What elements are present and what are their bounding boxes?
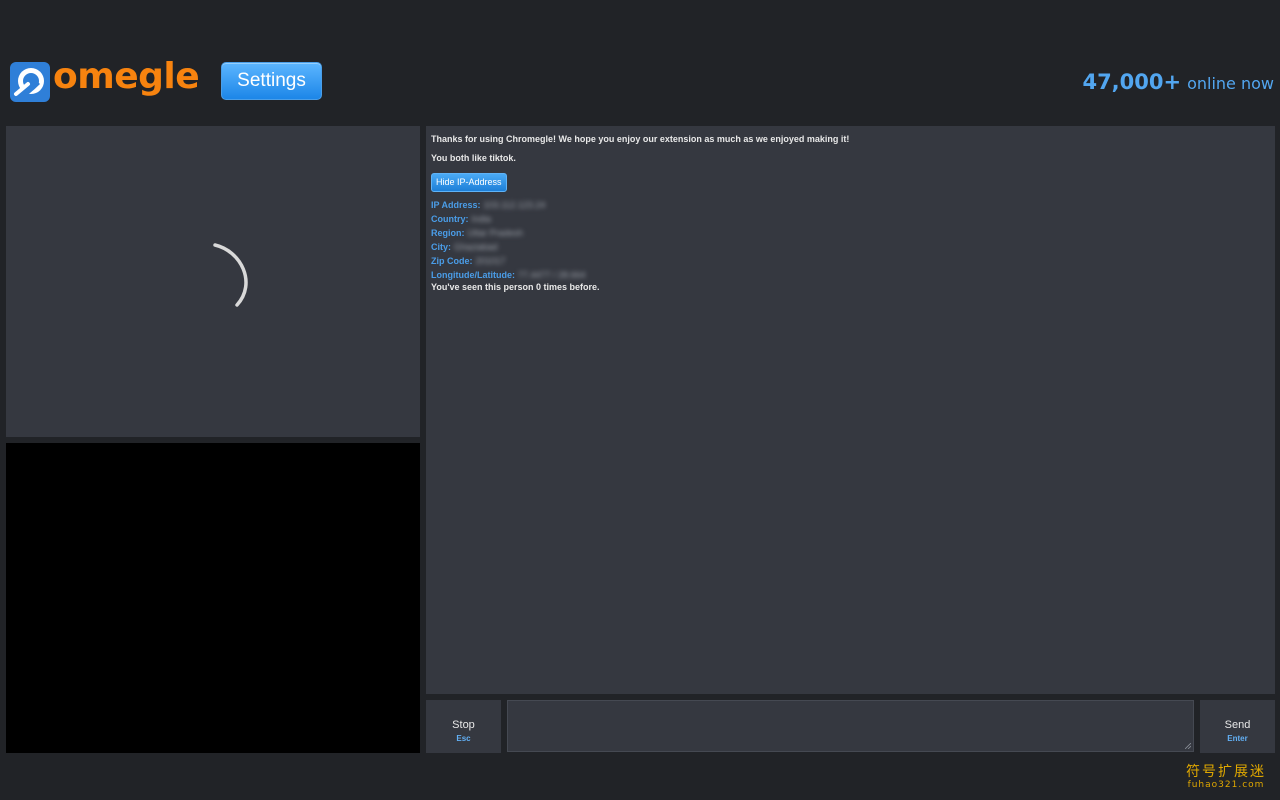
omegle-logo[interactable]: omegle bbox=[10, 56, 200, 102]
resize-grip-icon[interactable] bbox=[1185, 743, 1191, 749]
watermark: 符号扩展迷 fuhao321.com bbox=[1186, 761, 1266, 790]
info-row-city: City: Ghaziabad bbox=[431, 242, 498, 252]
info-row-ip: IP Address: 103.112.123.24 bbox=[431, 200, 546, 210]
send-button[interactable]: Send Enter bbox=[1200, 700, 1275, 753]
logo-text: omegle bbox=[53, 56, 200, 97]
hide-ip-button[interactable]: Hide IP-Address bbox=[431, 173, 507, 192]
info-row-region: Region: Uttar Pradesh bbox=[431, 228, 524, 238]
loading-spinner-icon bbox=[213, 243, 248, 307]
online-counter: 47,000+ online now bbox=[1082, 70, 1274, 94]
stranger-video bbox=[6, 126, 420, 437]
send-label: Send bbox=[1224, 719, 1251, 731]
stop-button[interactable]: Stop Esc bbox=[426, 700, 501, 753]
stop-shortcut: Esc bbox=[456, 734, 471, 743]
info-row-zip: Zip Code: 201017 bbox=[431, 256, 506, 266]
message-thanks: Thanks for using Chromegle! We hope you … bbox=[431, 134, 850, 144]
chat-input[interactable] bbox=[507, 700, 1194, 752]
watermark-cn: 符号扩展迷 bbox=[1186, 764, 1266, 780]
online-label: online now bbox=[1187, 74, 1274, 93]
info-row-country: Country: India bbox=[431, 214, 492, 224]
info-row-coordinates: Longitude/Latitude: 77.4477 / 28.664 bbox=[431, 270, 586, 280]
chat-log: Thanks for using Chromegle! We hope you … bbox=[426, 126, 1275, 694]
watermark-en: fuhao321.com bbox=[1187, 780, 1265, 790]
message-common-interest: You both like tiktok. bbox=[431, 153, 516, 163]
omegle-logo-icon bbox=[10, 62, 50, 102]
self-video bbox=[6, 443, 420, 753]
stop-label: Stop bbox=[452, 719, 475, 731]
ip-info: IP Address: 103.112.123.24 Country: India … bbox=[431, 198, 1270, 282]
online-count: 47,000+ bbox=[1082, 70, 1182, 94]
message-seen-count: You've seen this person 0 times before. bbox=[431, 282, 600, 292]
send-shortcut: Enter bbox=[1227, 734, 1248, 743]
settings-button[interactable]: Settings bbox=[221, 62, 322, 100]
header: omegle Settings 47,000+ online now bbox=[0, 0, 1280, 120]
